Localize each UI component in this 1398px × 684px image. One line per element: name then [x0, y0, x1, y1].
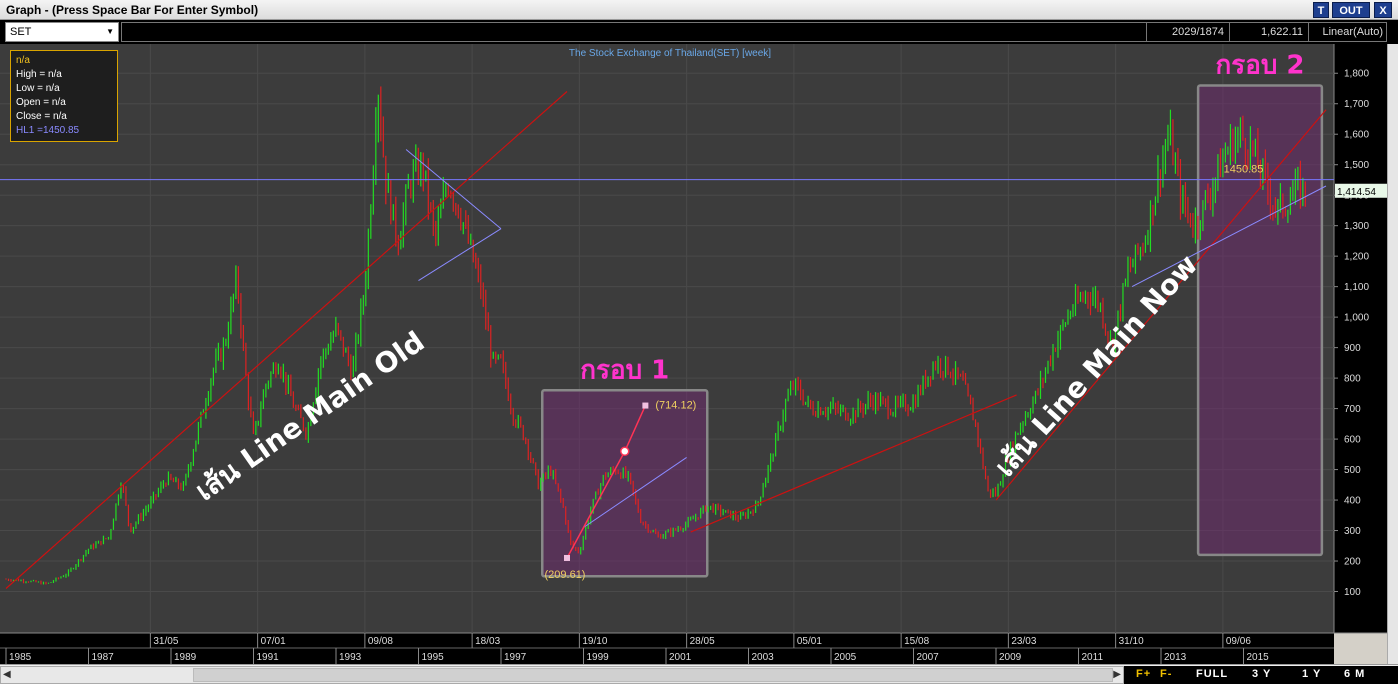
toolbar: SET ▼ 2029/1874 1,622.11 Linear(Auto): [0, 20, 1398, 44]
info-open: Open = n/a: [16, 97, 66, 108]
x-date-label: 09/08: [368, 636, 393, 647]
x-year-label: 2007: [917, 652, 940, 663]
y-tick-label: 1,800: [1344, 69, 1369, 80]
y-tick-label: 1,600: [1344, 130, 1369, 141]
x-year-label: 1987: [92, 652, 115, 663]
y-tick-label: 100: [1344, 587, 1361, 598]
info-box: n/a High = n/a Low = n/a Open = n/a Clos…: [10, 50, 118, 142]
x-year-label: 1993: [339, 652, 362, 663]
x-year-label: 2005: [834, 652, 857, 663]
scale-field[interactable]: Linear(Auto): [1308, 22, 1387, 42]
symbol-select[interactable]: SET ▼: [5, 22, 119, 42]
y-tick-label: 1,000: [1344, 313, 1369, 324]
price-annotation: (714.12): [655, 399, 696, 411]
y-tick-label: 200: [1344, 557, 1361, 568]
out-button[interactable]: OUT: [1332, 2, 1370, 18]
x-year-label: 1985: [9, 652, 32, 663]
x-date-label: 15/08: [904, 636, 929, 647]
x-date-label: 31/05: [153, 636, 178, 647]
y-tick-label: 500: [1344, 465, 1361, 476]
y-tick-label: 1,100: [1344, 282, 1369, 293]
3y-button[interactable]: 3 Y: [1252, 668, 1271, 680]
y-tick-label: 400: [1344, 496, 1361, 507]
horizontal-scrollbar[interactable]: ◀ ▶: [0, 666, 1124, 684]
y-tick-label: 700: [1344, 404, 1361, 415]
x-date-label: 09/06: [1226, 636, 1251, 647]
arrow-end-marker: [642, 402, 649, 409]
x-date-label: 31/10: [1119, 636, 1144, 647]
bottom-bar: ◀ ▶ F+ F- FULL 3 Y 1 Y 6 M: [0, 664, 1398, 684]
x-year-label: 1991: [257, 652, 280, 663]
info-name: n/a: [16, 55, 30, 66]
6m-button[interactable]: 6 M: [1344, 668, 1365, 680]
frame-box: [541, 389, 709, 578]
x-date-label: 18/03: [475, 636, 500, 647]
close-button[interactable]: X: [1374, 2, 1392, 18]
1y-button[interactable]: 1 Y: [1302, 668, 1321, 680]
x-year-label: 2003: [752, 652, 775, 663]
y-tick-label: 1,700: [1344, 99, 1369, 110]
info-low: Low = n/a: [16, 83, 60, 94]
x-date-label: 19/10: [582, 636, 607, 647]
scroll-left-icon[interactable]: ◀: [3, 669, 11, 680]
x-year-label: 1989: [174, 652, 197, 663]
info-hl1: HL1 =1450.85: [16, 125, 80, 136]
frame-box: [1196, 84, 1324, 557]
scroll-right-icon[interactable]: ▶: [1113, 669, 1121, 680]
symbol-value: SET: [10, 26, 32, 38]
x-date-label: 28/05: [690, 636, 715, 647]
price-field: 1,622.11: [1229, 22, 1307, 42]
title-bar: Graph - (Press Space Bar For Enter Symbo…: [0, 0, 1398, 20]
x-year-label: 2011: [1082, 652, 1104, 663]
window-title: Graph - (Press Space Bar For Enter Symbo…: [6, 3, 259, 17]
t-button[interactable]: T: [1313, 2, 1329, 18]
hline-label: 1450.85: [1224, 164, 1264, 176]
vertical-scrollbar[interactable]: [1387, 44, 1398, 664]
x-year-label: 2013: [1164, 652, 1187, 663]
x-year-label: 1997: [504, 652, 527, 663]
info-close: Close = n/a: [16, 111, 67, 122]
zoom-in-button[interactable]: F+: [1136, 668, 1151, 680]
y-tick-label: 1,300: [1344, 221, 1369, 232]
zoom-out-button[interactable]: F-: [1160, 668, 1172, 680]
last-price-label: 1,414.54: [1337, 187, 1376, 198]
price-annotation: (209.61): [545, 569, 586, 581]
y-tick-label: 600: [1344, 435, 1361, 446]
x-year-label: 1995: [422, 652, 445, 663]
x-date-label: 05/01: [797, 636, 822, 647]
arrow-mid-marker: [620, 446, 630, 457]
full-button[interactable]: FULL: [1196, 668, 1228, 680]
y-tick-label: 800: [1344, 374, 1361, 385]
arrow-start-marker: [564, 554, 570, 561]
x-year-label: 2001: [669, 652, 692, 663]
frame-box-label: กรอบ 2: [1216, 50, 1305, 80]
scroll-thumb[interactable]: [193, 668, 1113, 682]
dropdown-arrow-icon: ▼: [106, 27, 114, 36]
info-high: High = n/a: [16, 69, 62, 80]
x-year-label: 2009: [999, 652, 1022, 663]
y-tick-label: 300: [1344, 526, 1361, 537]
x-year-label: 1999: [587, 652, 610, 663]
period-bar: F+ F- FULL 3 Y 1 Y 6 M: [1124, 666, 1398, 684]
counter-field: 2029/1874: [1146, 22, 1228, 42]
x-date-label: 23/03: [1011, 636, 1036, 647]
y-tick-label: 900: [1344, 343, 1361, 354]
y-tick-label: 1,200: [1344, 252, 1369, 263]
x-year-label: 2015: [1247, 652, 1270, 663]
x-date-label: 07/01: [261, 636, 286, 647]
price-chart[interactable]: กรอบ 1กรอบ 2 1450.85 (714.12)(209.61)เส้…: [0, 44, 1387, 664]
chart-title: The Stock Exchange of Thailand(SET) [wee…: [569, 48, 771, 59]
frame-box-label: กรอบ 1: [580, 355, 669, 385]
y-tick-label: 1,500: [1344, 160, 1369, 171]
